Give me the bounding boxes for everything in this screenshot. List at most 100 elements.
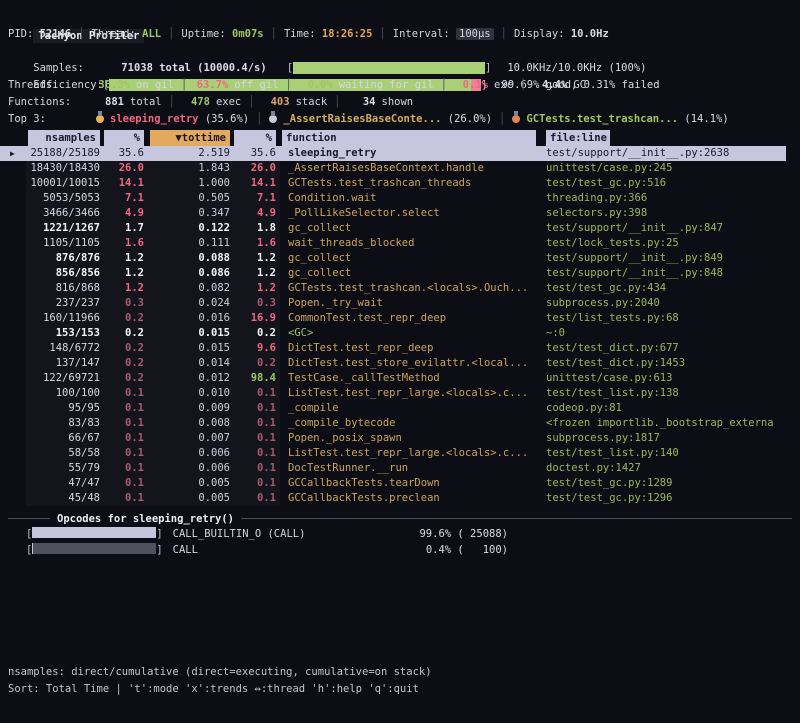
nsamples-cell: 160/11966 bbox=[26, 311, 104, 326]
direct-pct-cell: 0.2 bbox=[104, 356, 148, 371]
opcodes-list: []CALL_BUILTIN_O (CALL)99.6% ( 25088)[]C… bbox=[0, 526, 800, 558]
tottime-cell: 0.005 bbox=[148, 491, 234, 506]
thread-segment-label: GC bbox=[573, 79, 586, 91]
nsamples-cell: 856/856 bbox=[26, 266, 104, 281]
cumulative-pct-cell: 0.1 bbox=[234, 446, 280, 461]
row-cursor bbox=[0, 416, 26, 431]
column-header-tottime[interactable]: ▼tottime bbox=[148, 130, 234, 146]
threads-label: Threads: bbox=[8, 77, 96, 94]
file-line-cell: test/test_dict.py:1453 bbox=[538, 356, 786, 371]
row-cursor bbox=[0, 236, 26, 251]
footer-legend: nsamples: direct/cumulative (direct=exec… bbox=[0, 664, 800, 681]
threads-line: Threads:36.3%on gil│63.7%off gil│0.0%wai… bbox=[0, 77, 800, 94]
cumulative-pct-cell: 26.0 bbox=[234, 161, 280, 176]
top3-line: Top 3:sleeping_retry (35.6%)│_AssertRais… bbox=[0, 111, 800, 128]
row-cursor bbox=[0, 191, 26, 206]
file-line-cell: test/test_gc.py:516 bbox=[538, 176, 786, 191]
file-line-cell: codeop.py:81 bbox=[538, 401, 786, 416]
cumulative-pct-cell: 0.1 bbox=[234, 401, 280, 416]
table-header-row: nsamples%▼tottime%functionfile:line bbox=[0, 130, 786, 146]
cumulative-pct-cell: 0.2 bbox=[234, 326, 280, 341]
tottime-cell: 0.015 bbox=[148, 341, 234, 356]
table-row[interactable]: 237/2370.30.0240.3Popen._try_waitsubproc… bbox=[0, 296, 786, 311]
table-row[interactable]: 1105/11051.60.1111.6wait_threads_blocked… bbox=[0, 236, 786, 251]
function-cell: GCCallbackTests.tearDown bbox=[280, 476, 538, 491]
table-row[interactable]: 95/950.10.0090.1_compilecodeop.py:81 bbox=[0, 401, 786, 416]
column-header-fileline[interactable]: file:line bbox=[538, 130, 786, 146]
top3-percentage: (35.6%) bbox=[199, 113, 250, 125]
row-cursor bbox=[0, 341, 26, 356]
cumulative-pct-cell: 1.6 bbox=[234, 236, 280, 251]
file-line-cell: test/support/__init__.py:849 bbox=[538, 251, 786, 266]
table-row[interactable]: 45/480.10.0050.1GCCallbackTests.preclean… bbox=[0, 491, 786, 506]
table-row[interactable]: 10001/1001514.11.00014.1GCTests.test_tra… bbox=[0, 176, 786, 191]
function-cell: DocTestRunner.__run bbox=[280, 461, 538, 476]
stat-value-pid: 52146 bbox=[40, 28, 72, 40]
function-cell: GCCallbackTests.preclean bbox=[280, 491, 538, 506]
cumulative-pct-cell: 1.2 bbox=[234, 281, 280, 296]
table-row[interactable]: 66/670.10.0070.1Popen._posix_spawnsubpro… bbox=[0, 431, 786, 446]
row-cursor: ▶ bbox=[0, 146, 26, 161]
function-cell: Popen._posix_spawn bbox=[280, 431, 538, 446]
thread-pct: 0.0% bbox=[299, 77, 333, 94]
direct-pct-cell: 0.1 bbox=[104, 491, 148, 506]
table-row[interactable]: 5053/50537.10.5057.1Condition.waitthread… bbox=[0, 191, 786, 206]
table-row[interactable]: 148/67720.20.0159.6DictTest.test_repr_de… bbox=[0, 341, 786, 356]
table-row[interactable]: 160/119660.20.01616.9CommonTest.test_rep… bbox=[0, 311, 786, 326]
table-header-gutter bbox=[0, 130, 26, 146]
function-cell: _compile bbox=[280, 401, 538, 416]
direct-pct-cell: 14.1 bbox=[104, 176, 148, 191]
direct-pct-cell: 0.1 bbox=[104, 401, 148, 416]
table-row[interactable]: 876/8761.20.0881.2gc_collecttest/support… bbox=[0, 251, 786, 266]
file-line-cell: ~:0 bbox=[538, 326, 786, 341]
tottime-cell: 0.014 bbox=[148, 356, 234, 371]
cumulative-pct-cell: 0.1 bbox=[234, 461, 280, 476]
separator: │ bbox=[271, 28, 277, 40]
column-header-nsamples[interactable]: nsamples bbox=[26, 130, 104, 146]
direct-pct-cell: 35.6 bbox=[104, 146, 148, 161]
column-header-function[interactable]: function bbox=[280, 130, 538, 146]
table-row[interactable]: 122/697210.20.01298.4TestCase._callTestM… bbox=[0, 371, 786, 386]
row-cursor bbox=[0, 176, 26, 191]
functions-count: 881 bbox=[96, 94, 124, 111]
opcode-name: CALL bbox=[163, 544, 198, 556]
tottime-cell: 0.015 bbox=[148, 326, 234, 341]
table-row[interactable]: 1221/12671.70.1221.8gc_collecttest/suppo… bbox=[0, 221, 786, 236]
column-header-%[interactable]: % bbox=[104, 130, 148, 146]
cumulative-pct-cell: 14.1 bbox=[234, 176, 280, 191]
table-row[interactable]: 856/8561.20.0861.2gc_collecttest/support… bbox=[0, 266, 786, 281]
row-cursor bbox=[0, 296, 26, 311]
table-row[interactable]: 816/8681.20.0821.2GCTests.test_trashcan.… bbox=[0, 281, 786, 296]
tottime-cell: 0.347 bbox=[148, 206, 234, 221]
function-cell: wait_threads_blocked bbox=[280, 236, 538, 251]
column-header-bg: function bbox=[282, 130, 536, 146]
table-row[interactable]: 18430/1843026.01.84326.0_AssertRaisesBas… bbox=[0, 161, 786, 176]
table-row[interactable]: ▶25188/2518935.62.51935.6sleeping_retryt… bbox=[0, 146, 786, 161]
silver-medal-icon bbox=[269, 115, 277, 123]
nsamples-cell: 237/237 bbox=[26, 296, 104, 311]
table-row[interactable]: 137/1470.20.0140.2DictTest.test_store_ev… bbox=[0, 356, 786, 371]
functions-count: 403 bbox=[262, 94, 290, 111]
opcodes-section-header: Opcodes for sleeping_retry() bbox=[0, 511, 800, 526]
tottime-cell: 2.519 bbox=[148, 146, 234, 161]
cumulative-pct-cell: 1.2 bbox=[234, 266, 280, 281]
column-header-%[interactable]: % bbox=[234, 130, 280, 146]
table-row[interactable]: 3466/34664.90.3474.9_PollLikeSelector.se… bbox=[0, 206, 786, 221]
opcode-row: []CALL0.4% ( 100) bbox=[0, 542, 800, 558]
nsamples-cell: 47/47 bbox=[26, 476, 104, 491]
top3-percentage: (14.1%) bbox=[678, 113, 729, 125]
tottime-cell: 0.006 bbox=[148, 461, 234, 476]
tottime-cell: 0.009 bbox=[148, 401, 234, 416]
table-row[interactable]: 100/1000.10.0100.1ListTest.test_repr_lar… bbox=[0, 386, 786, 401]
table-row[interactable]: 47/470.10.0050.1GCCallbackTests.tearDown… bbox=[0, 476, 786, 491]
bronze-medal-icon bbox=[512, 115, 520, 123]
file-line-cell: test/lock_tests.py:25 bbox=[538, 236, 786, 251]
table-row[interactable]: 83/830.10.0080.1_compile_bytecode<frozen… bbox=[0, 416, 786, 431]
table-row[interactable]: 58/580.10.0060.1ListTest.test_repr_large… bbox=[0, 446, 786, 461]
table-row[interactable]: 55/790.10.0060.1DocTestRunner.__rundocte… bbox=[0, 461, 786, 476]
function-cell: Popen._try_wait bbox=[280, 296, 538, 311]
table-row[interactable]: 153/1530.20.0150.2<GC>~:0 bbox=[0, 326, 786, 341]
function-cell: sleeping_retry bbox=[280, 146, 538, 161]
nsamples-cell: 25188/25189 bbox=[26, 146, 104, 161]
nsamples-cell: 18430/18430 bbox=[26, 161, 104, 176]
